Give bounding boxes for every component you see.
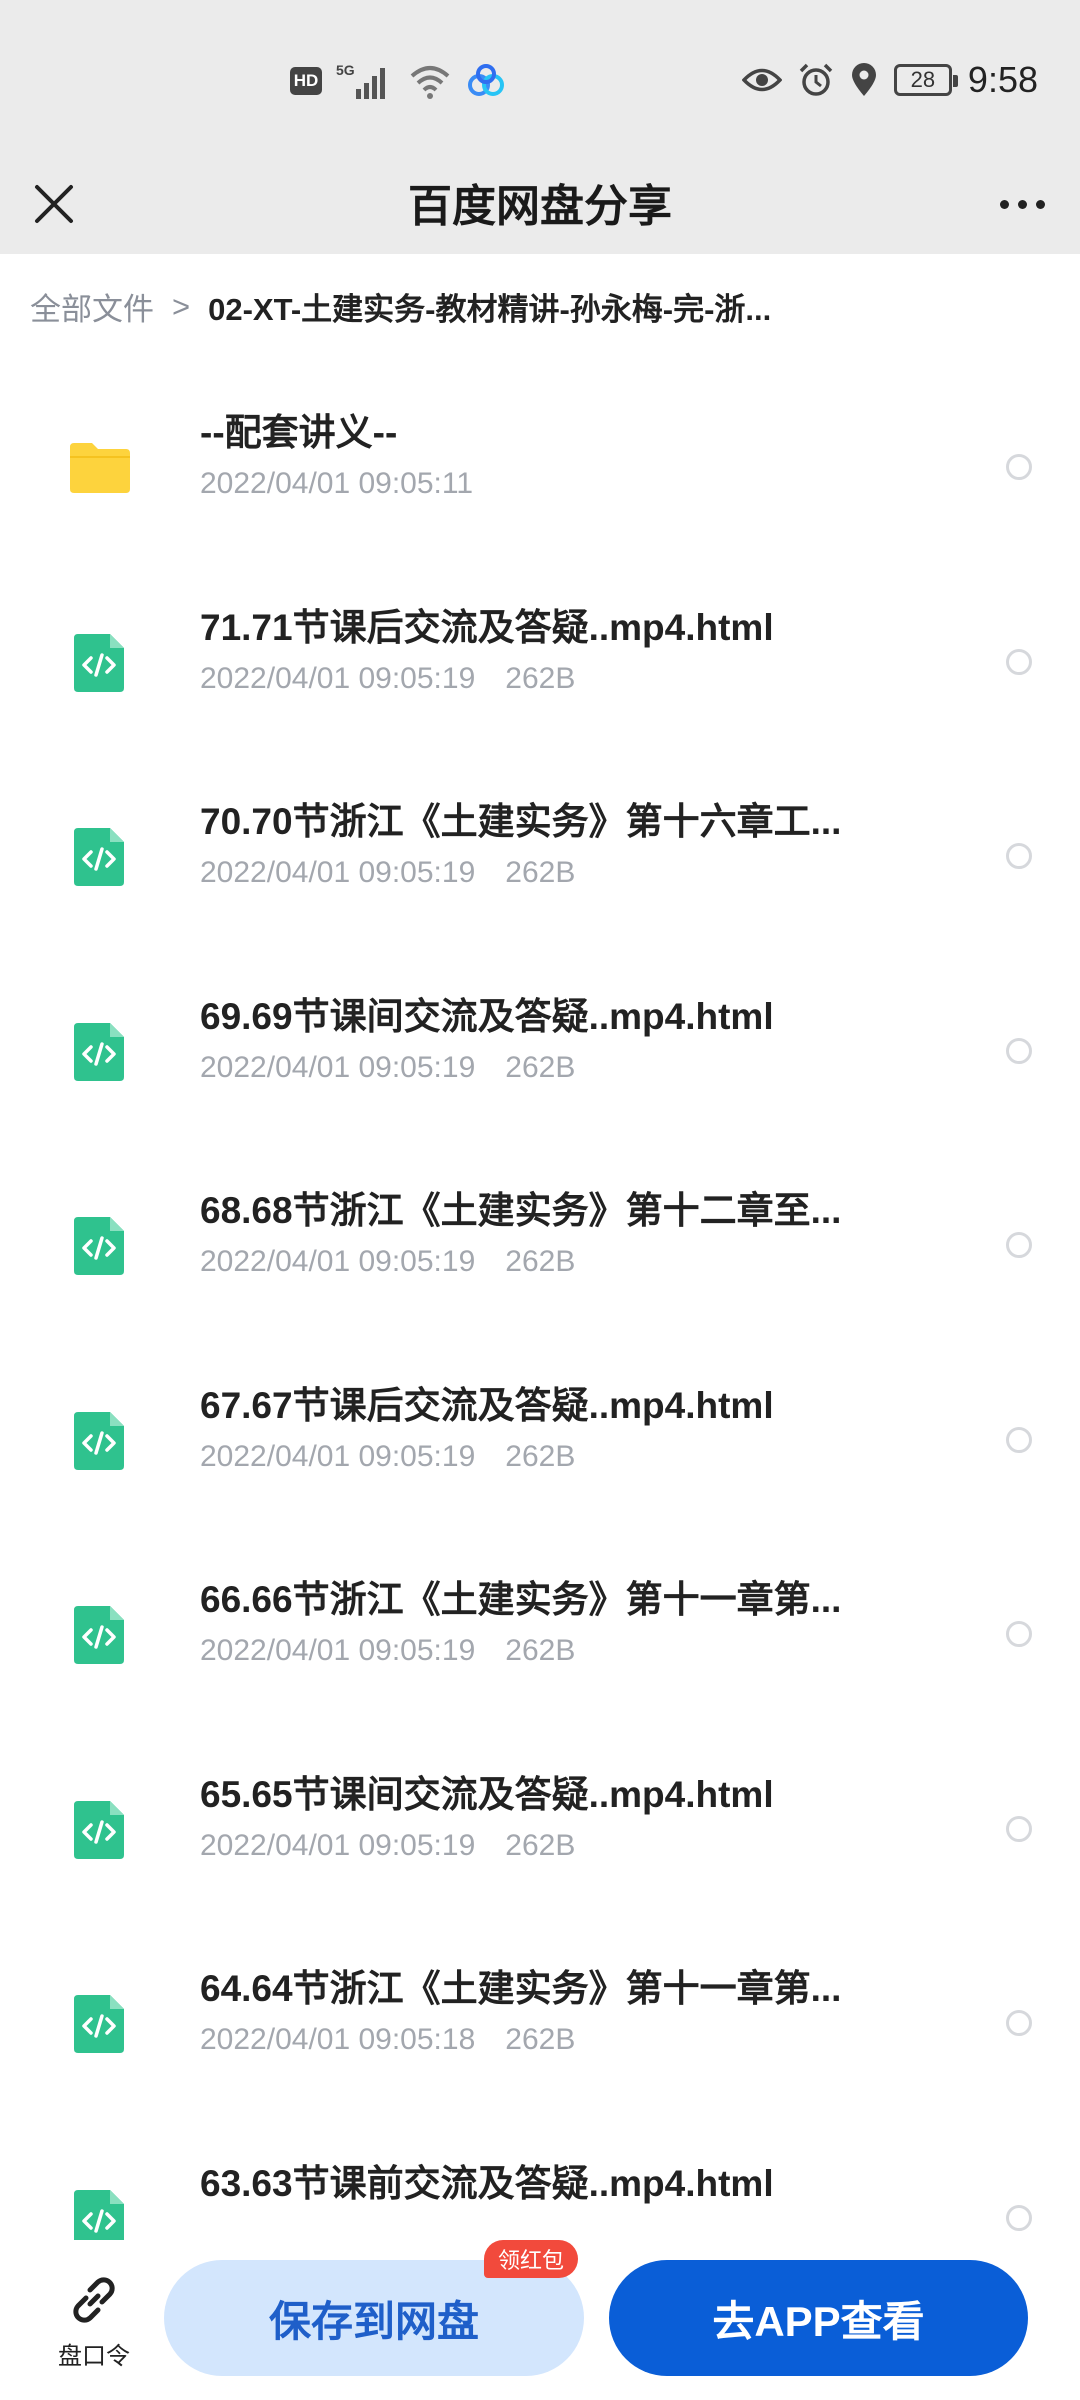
file-size: 262B — [505, 856, 576, 889]
file-meta: 2022/04/01 09:05:11 — [200, 467, 473, 501]
file-meta: 2022/04/01 09:05:19 262B — [200, 662, 575, 696]
list-item[interactable]: 66.66节浙江《土建实务》第十一章第... 2022/04/01 09:05:… — [0, 1537, 1080, 1732]
status-left: HD 5G — [290, 58, 506, 104]
select-radio[interactable] — [1006, 1621, 1032, 1648]
hd-badge: HD — [290, 67, 322, 95]
title-bar: 百度网盘分享 — [0, 150, 1080, 254]
html-file-icon — [74, 1606, 124, 1665]
pankouling-button[interactable]: 盘口令 — [46, 2270, 142, 2380]
open-in-app-button[interactable]: 去APP查看 — [609, 2260, 1028, 2376]
list-item[interactable]: --配套讲义-- 2022/04/01 09:05:11 — [0, 370, 1080, 565]
hongbao-badge: 领红包 — [484, 2240, 579, 2278]
list-item[interactable]: 63.63节课前交流及答疑..mp4.html — [0, 2121, 1080, 2241]
list-item[interactable]: 67.67节课后交流及答疑..mp4.html 2022/04/01 09:05… — [0, 1343, 1080, 1538]
select-radio[interactable] — [1006, 2010, 1032, 2037]
location-icon — [851, 63, 876, 96]
file-size: 262B — [505, 1828, 576, 1862]
status-right: 28 9:58 — [741, 54, 1038, 106]
file-date: 2022/04/01 09:05:19 — [200, 856, 476, 889]
file-name: 70.70节浙江《土建实务》第十六章工... — [200, 801, 842, 842]
file-meta: 2022/04/01 09:05:19 262B — [200, 1051, 575, 1085]
file-meta: 2022/04/01 09:05:19 262B — [200, 1829, 575, 1863]
html-file-icon — [74, 828, 124, 887]
list-item[interactable]: 69.69节课间交流及答疑..mp4.html 2022/04/01 09:05… — [0, 954, 1080, 1149]
file-list: --配套讲义-- 2022/04/01 09:05:11 71.71节课后交流及… — [0, 370, 1080, 2240]
html-file-icon — [74, 1411, 124, 1470]
select-radio[interactable] — [1006, 2204, 1032, 2231]
bottom-action-bar: 盘口令 保存到网盘 领红包 去APP查看 — [0, 2240, 1080, 2400]
link-icon — [73, 2277, 115, 2323]
select-radio[interactable] — [1006, 454, 1032, 481]
file-name: 69.69节课间交流及答疑..mp4.html — [200, 995, 774, 1037]
file-meta: 2022/04/01 09:05:19 262B — [200, 1245, 575, 1279]
file-size: 262B — [505, 1245, 576, 1278]
file-date: 2022/04/01 09:05:19 — [200, 1050, 476, 1084]
breadcrumb-current: 02-XT-土建实务-教材精讲-孙永梅-完-浙... — [208, 292, 772, 327]
file-meta: 2022/04/01 09:05:18 262B — [200, 2023, 575, 2057]
breadcrumb-separator: > — [172, 288, 191, 324]
wifi-icon — [410, 66, 450, 99]
file-meta — [200, 2218, 230, 2241]
file-date: 2022/04/01 09:05:11 — [200, 467, 474, 500]
signal-icon: 5G — [336, 62, 385, 99]
select-radio[interactable] — [1006, 1426, 1032, 1453]
file-date: 2022/04/01 09:05:19 — [200, 1828, 476, 1862]
more-dot-icon — [999, 199, 1009, 209]
alarm-icon — [799, 63, 833, 96]
list-item[interactable]: 68.68节浙江《土建实务》第十二章至... 2022/04/01 09:05:… — [0, 1148, 1080, 1343]
html-file-icon — [74, 633, 124, 692]
file-date: 2022/04/01 09:05:18 — [200, 2023, 476, 2056]
file-size: 262B — [505, 1634, 576, 1667]
clock: 9:58 — [967, 59, 1038, 100]
list-item[interactable]: 65.65节课间交流及答疑..mp4.html 2022/04/01 09:05… — [0, 1732, 1080, 1927]
list-item[interactable]: 71.71节课后交流及答疑..mp4.html 2022/04/01 09:05… — [0, 565, 1080, 760]
list-item[interactable]: 64.64节浙江《土建实务》第十一章第... 2022/04/01 09:05:… — [0, 1926, 1080, 2121]
file-meta: 2022/04/01 09:05:19 262B — [200, 1440, 575, 1474]
file-meta: 2022/04/01 09:05:19 262B — [200, 1634, 575, 1668]
baidu-netdisk-icon — [468, 64, 504, 96]
eye-icon — [741, 68, 782, 92]
folder-icon — [70, 443, 130, 494]
html-file-icon — [74, 1800, 124, 1859]
status-bar: HD 5G 28 9:58 — [0, 0, 1080, 150]
html-file-icon — [74, 1022, 124, 1081]
select-radio[interactable] — [1006, 1232, 1032, 1259]
file-date: 2022/04/01 09:05:19 — [200, 1439, 476, 1473]
file-size: 262B — [505, 1050, 576, 1084]
select-radio[interactable] — [1006, 1037, 1032, 1064]
breadcrumb: 全部文件 > 02-XT-土建实务-教材精讲-孙永梅-完-浙... — [30, 254, 1050, 359]
file-date: 2022/04/01 09:05:19 — [200, 1634, 476, 1667]
battery-indicator: 28 — [893, 64, 958, 96]
more-button[interactable] — [986, 172, 1058, 236]
file-name: 68.68节浙江《土建实务》第十二章至... — [200, 1190, 842, 1231]
html-file-icon — [74, 1217, 124, 1276]
network-type: 5G — [336, 62, 355, 78]
select-radio[interactable] — [1006, 1815, 1032, 1842]
file-size: 262B — [505, 661, 576, 695]
more-dot-icon — [1035, 199, 1045, 209]
list-item[interactable]: 70.70节浙江《土建实务》第十六章工... 2022/04/01 09:05:… — [0, 759, 1080, 954]
page-title: 百度网盘分享 — [408, 182, 672, 231]
html-file-icon — [74, 1995, 124, 2054]
file-name: 67.67节课后交流及答疑..mp4.html — [200, 1384, 774, 1426]
select-radio[interactable] — [1006, 648, 1032, 675]
file-size: 262B — [505, 1439, 576, 1473]
file-name: 65.65节课间交流及答疑..mp4.html — [200, 1773, 774, 1815]
file-date: 2022/04/01 09:05:19 — [200, 661, 476, 695]
html-file-icon — [74, 2189, 124, 2240]
file-name: 66.66节浙江《土建实务》第十一章第... — [200, 1579, 842, 1620]
select-radio[interactable] — [1006, 843, 1032, 870]
file-name: 71.71节课后交流及答疑..mp4.html — [200, 606, 774, 648]
pankouling-label: 盘口令 — [58, 2343, 130, 2370]
file-size: 262B — [505, 2023, 576, 2056]
file-name: 64.64节浙江《土建实务》第十一章第... — [200, 1968, 842, 2009]
file-name: --配套讲义-- — [200, 412, 398, 453]
breadcrumb-root[interactable]: 全部文件 — [30, 284, 154, 329]
file-name: 63.63节课前交流及答疑..mp4.html — [200, 2162, 774, 2204]
file-meta: 2022/04/01 09:05:19 262B — [200, 856, 575, 890]
more-dot-icon — [1017, 199, 1027, 209]
file-date: 2022/04/01 09:05:19 — [200, 1245, 476, 1278]
